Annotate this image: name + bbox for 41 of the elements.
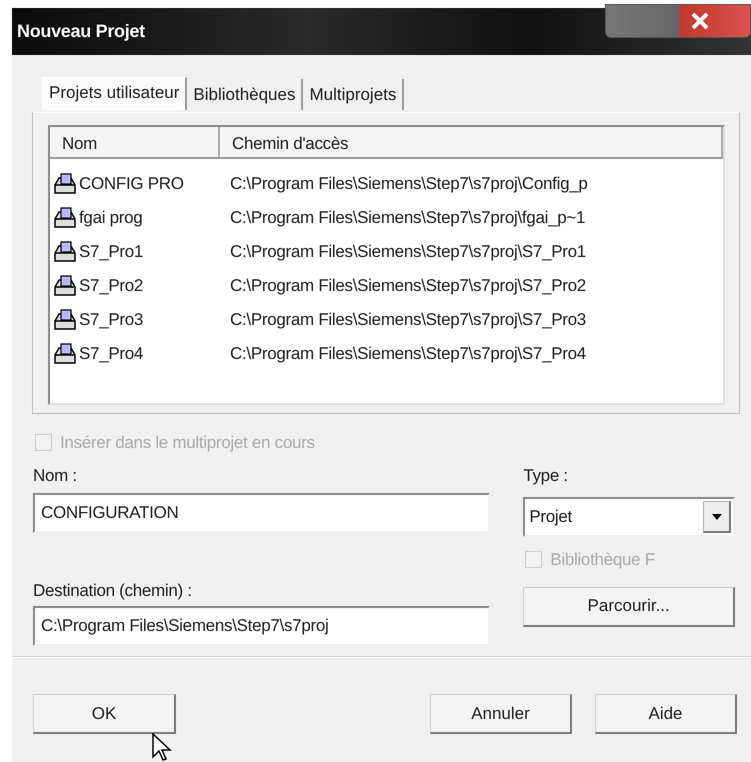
tab[interactable]: Projets utilisateur	[42, 77, 188, 110]
destination-field[interactable]: C:\Program Files\Siemens\Step7\s7proj	[33, 606, 490, 646]
project-path: C:\Program Files\Siemens\Step7\s7proj\fgai_p~1	[229, 206, 586, 229]
column-header[interactable]: Chemin d'accès	[220, 126, 723, 156]
project-path: C:\Program Files\Siemens\Step7\s7proj\S7_Pro2	[229, 274, 586, 297]
close-icon	[690, 12, 710, 30]
field-label: Nom :	[33, 465, 78, 487]
type-dropdown[interactable]: Projet	[523, 497, 735, 537]
window-title: Nouveau Projet	[16, 20, 145, 43]
dropdown-value: Projet	[529, 506, 572, 528]
column-header[interactable]: Nom	[50, 126, 220, 156]
project-path: C:\Program Files\Siemens\Step7\s7proj\S7_Pro3	[229, 308, 586, 331]
project-icon	[53, 342, 77, 364]
name-field[interactable]: CONFIGURATION	[33, 493, 490, 533]
cursor-icon	[152, 733, 174, 762]
project-name[interactable]: S7_Pro1	[79, 238, 144, 264]
project-name[interactable]: CONFIG PRO	[79, 170, 184, 196]
project-path: C:\Program Files\Siemens\Step7\s7proj\Config_p	[229, 172, 588, 195]
dialog-button[interactable]: Annuler	[430, 694, 572, 734]
project-icon	[53, 206, 77, 228]
browse-button[interactable]: Parcourir...	[523, 586, 735, 626]
project-icon	[53, 172, 77, 194]
project-icon	[53, 274, 77, 296]
field-label: Type :	[523, 465, 569, 487]
dialog-button[interactable]: OK	[33, 694, 176, 734]
field-label: Destination (chemin) :	[33, 580, 193, 602]
dialog-button[interactable]: Aide	[595, 694, 737, 734]
dropdown-arrow-icon	[712, 514, 722, 520]
tab[interactable]: Multiprojets	[303, 79, 404, 110]
checkbox-label: Insérer dans le multiprojet en cours	[60, 432, 315, 454]
project-name[interactable]: S7_Pro4	[79, 340, 144, 366]
project-name[interactable]: S7_Pro2	[79, 272, 144, 298]
project-icon	[53, 240, 77, 262]
project-name[interactable]: fgai prog	[79, 204, 142, 230]
project-path: C:\Program Files\Siemens\Step7\s7proj\S7_Pro4	[229, 342, 586, 365]
tab[interactable]: Bibliothèques	[187, 79, 304, 110]
close-button[interactable]	[605, 4, 751, 38]
project-path: C:\Program Files\Siemens\Step7\s7proj\S7_Pro1	[229, 240, 586, 263]
checkbox-label: Bibliothèque F	[550, 549, 655, 571]
project-name[interactable]: S7_Pro3	[79, 306, 144, 332]
project-icon	[53, 308, 77, 330]
